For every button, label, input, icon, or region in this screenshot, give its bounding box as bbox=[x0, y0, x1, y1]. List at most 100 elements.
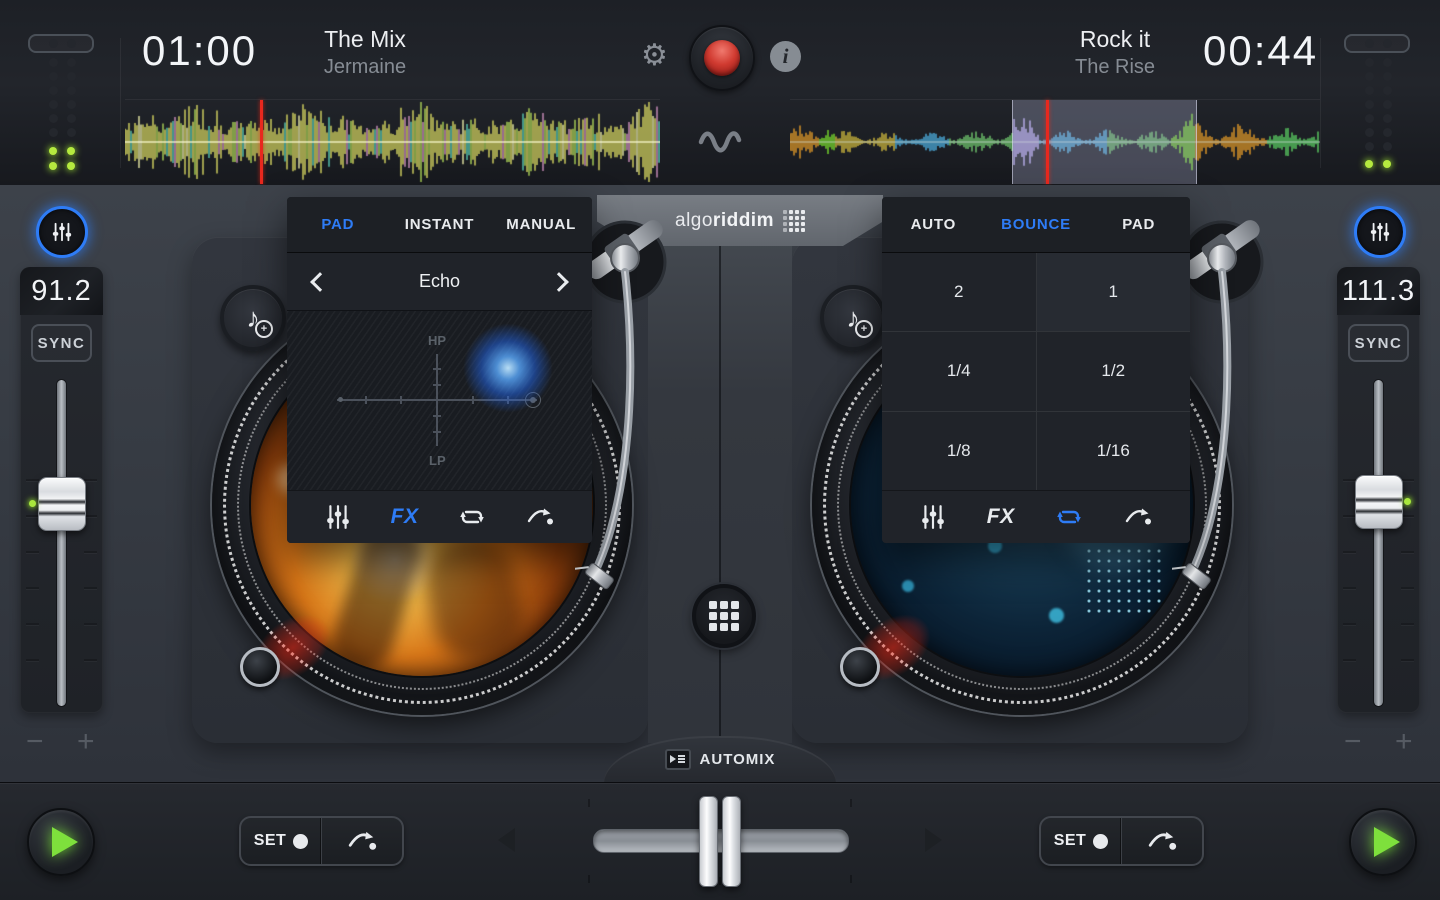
deck-b-pitch-plus[interactable]: + bbox=[1395, 725, 1413, 759]
loop-panel: AUTO BOUNCE PAD 2 1 1/4 1/2 1/8 1/16 bbox=[882, 197, 1190, 543]
deck-a-sync-button[interactable]: SYNC bbox=[31, 324, 92, 362]
top-bar: 01:00 The Mix Jermaine ⚙ i Rock it The R… bbox=[0, 0, 1440, 186]
deck-b-pitch-fader-handle[interactable] bbox=[1355, 475, 1403, 529]
loop-mode-icon[interactable] bbox=[458, 504, 486, 530]
plus-badge-icon: + bbox=[255, 320, 273, 338]
deck-b-playhead bbox=[1046, 100, 1049, 184]
loop-mode-icon-active[interactable] bbox=[1055, 504, 1083, 530]
tab-bounce[interactable]: BOUNCE bbox=[985, 216, 1088, 233]
prev-effect-chevron-icon[interactable] bbox=[310, 272, 330, 292]
grid-icon bbox=[709, 601, 739, 631]
tab-instant[interactable]: INSTANT bbox=[389, 216, 491, 233]
crossfader-handle[interactable] bbox=[699, 796, 741, 887]
deck-a-pitch-plus[interactable]: + bbox=[77, 725, 95, 759]
play-icon bbox=[52, 827, 78, 857]
pitch-bend-icon[interactable] bbox=[526, 505, 554, 529]
deck-b-eq-button[interactable] bbox=[1354, 206, 1406, 258]
deck-a-bend-button[interactable] bbox=[321, 818, 402, 864]
deck-a-vu-cap bbox=[28, 34, 94, 53]
logo-dots-icon bbox=[783, 210, 805, 232]
loop-cell-eighth[interactable]: 1/8 bbox=[882, 412, 1036, 491]
deck-b-play-button[interactable] bbox=[1349, 808, 1417, 876]
deck-a-pitch-fader-track[interactable] bbox=[57, 380, 66, 706]
deck-a-set-cue-button[interactable]: SET bbox=[241, 818, 321, 864]
deck-a-pitch-column: 91.2 SYNC bbox=[20, 267, 103, 713]
deck-b-bpm-display[interactable]: 111.3 bbox=[1337, 267, 1420, 315]
settings-gear-icon[interactable]: ⚙ bbox=[641, 38, 668, 73]
deck-a-strobe-lamp[interactable] bbox=[240, 647, 280, 687]
deck-a-vu-meter bbox=[28, 34, 98, 174]
deck-area: algoriddim bbox=[0, 185, 1440, 782]
loop-panel-tabs: AUTO BOUNCE PAD bbox=[882, 197, 1190, 253]
play-icon bbox=[1374, 827, 1400, 857]
hp-label: HP bbox=[428, 333, 446, 348]
pitch-bend-icon bbox=[347, 828, 377, 854]
fx-touch-glow bbox=[463, 323, 553, 413]
fx-panel-tabs: PAD INSTANT MANUAL bbox=[287, 197, 592, 253]
loop-cell-1[interactable]: 1 bbox=[1037, 253, 1191, 332]
tab-manual[interactable]: MANUAL bbox=[490, 216, 592, 233]
deck-a-elapsed-time: 01:00 bbox=[142, 27, 257, 75]
deck-a-playhead bbox=[260, 100, 263, 184]
loop-selection-region[interactable] bbox=[1012, 100, 1197, 184]
loop-cell-quarter[interactable]: 1/4 bbox=[882, 332, 1036, 411]
plus-badge-icon: + bbox=[855, 320, 873, 338]
deck-b-pitch-minus[interactable]: − bbox=[1344, 725, 1362, 759]
deck-b-track-artist: The Rise bbox=[1035, 56, 1195, 79]
loop-panel-toolbar: FX bbox=[882, 490, 1190, 543]
logo-algoriddim: algoriddim bbox=[675, 210, 774, 232]
tab-auto[interactable]: AUTO bbox=[882, 216, 985, 233]
fx-mode-button[interactable]: FX bbox=[987, 505, 1015, 529]
waveform-mode-icon[interactable] bbox=[698, 128, 742, 156]
mixer-sliders-icon bbox=[51, 221, 73, 243]
automix-button[interactable]: AUTOMIX bbox=[604, 736, 836, 782]
deck-a-load-track-button[interactable]: ♪ + bbox=[220, 285, 286, 351]
deck-b-strobe-lamp[interactable] bbox=[840, 647, 880, 687]
deck-a-pitch-fader-handle[interactable] bbox=[38, 477, 86, 531]
deck-a-play-button[interactable] bbox=[27, 808, 95, 876]
fx-xy-pad[interactable]: HP LP bbox=[287, 311, 592, 490]
fx-mode-button[interactable]: FX bbox=[391, 505, 419, 529]
xy-left-end-dot bbox=[338, 397, 343, 402]
deck-b-cue-group: SET bbox=[1039, 816, 1204, 866]
loop-length-grid: 2 1 1/4 1/2 1/8 1/16 bbox=[882, 253, 1190, 491]
deck-a-cue-group: SET bbox=[239, 816, 404, 866]
deck-b-pitch-zero-led bbox=[1404, 498, 1411, 505]
mixer-icon[interactable] bbox=[325, 504, 351, 530]
deck-b-pitch-fader-track[interactable] bbox=[1374, 380, 1383, 706]
deck-b-vu-cap bbox=[1344, 34, 1410, 53]
next-effect-chevron-icon[interactable] bbox=[549, 272, 569, 292]
lp-label: LP bbox=[429, 453, 446, 468]
automix-label: AUTOMIX bbox=[700, 751, 776, 768]
record-button[interactable] bbox=[689, 25, 755, 91]
cue-dot-icon bbox=[1093, 834, 1108, 849]
crossfade-left-arrow[interactable] bbox=[498, 828, 515, 852]
tab-pad[interactable]: PAD bbox=[287, 216, 389, 233]
loop-cell-2[interactable]: 2 bbox=[882, 253, 1036, 332]
mixer-icon[interactable] bbox=[920, 504, 946, 530]
deck-b-bend-button[interactable] bbox=[1121, 818, 1202, 864]
record-dot-icon bbox=[704, 40, 740, 76]
info-button[interactable]: i bbox=[770, 41, 801, 72]
library-grid-button[interactable] bbox=[692, 584, 756, 648]
deck-a-eq-button[interactable] bbox=[36, 206, 88, 258]
deck-b-vu-meter bbox=[1344, 34, 1414, 174]
fx-panel-toolbar: FX bbox=[287, 490, 592, 543]
loop-cell-half[interactable]: 1/2 bbox=[1037, 332, 1191, 411]
deck-b-sync-button[interactable]: SYNC bbox=[1348, 324, 1409, 362]
deck-a-waveform[interactable] bbox=[125, 100, 660, 184]
pitch-bend-icon[interactable] bbox=[1124, 505, 1152, 529]
tab-pad-loop[interactable]: PAD bbox=[1087, 216, 1190, 233]
deck-b-track-title: Rock it bbox=[1035, 26, 1195, 53]
crossfade-right-arrow[interactable] bbox=[925, 828, 942, 852]
deck-b-elapsed-time: 00:44 bbox=[1203, 27, 1318, 75]
cue-dot-icon bbox=[293, 834, 308, 849]
deck-b-set-cue-button[interactable]: SET bbox=[1041, 818, 1121, 864]
deck-a-bpm-display[interactable]: 91.2 bbox=[20, 267, 103, 315]
deck-b-load-track-button[interactable]: ♪ + bbox=[820, 285, 886, 351]
deck-a-track-title: The Mix bbox=[285, 26, 445, 53]
deck-a-pitch-zero-led bbox=[29, 500, 36, 507]
loop-cell-sixteenth[interactable]: 1/16 bbox=[1037, 412, 1191, 491]
fx-panel: PAD INSTANT MANUAL Echo HP LP bbox=[287, 197, 592, 543]
deck-a-pitch-minus[interactable]: − bbox=[26, 725, 44, 759]
